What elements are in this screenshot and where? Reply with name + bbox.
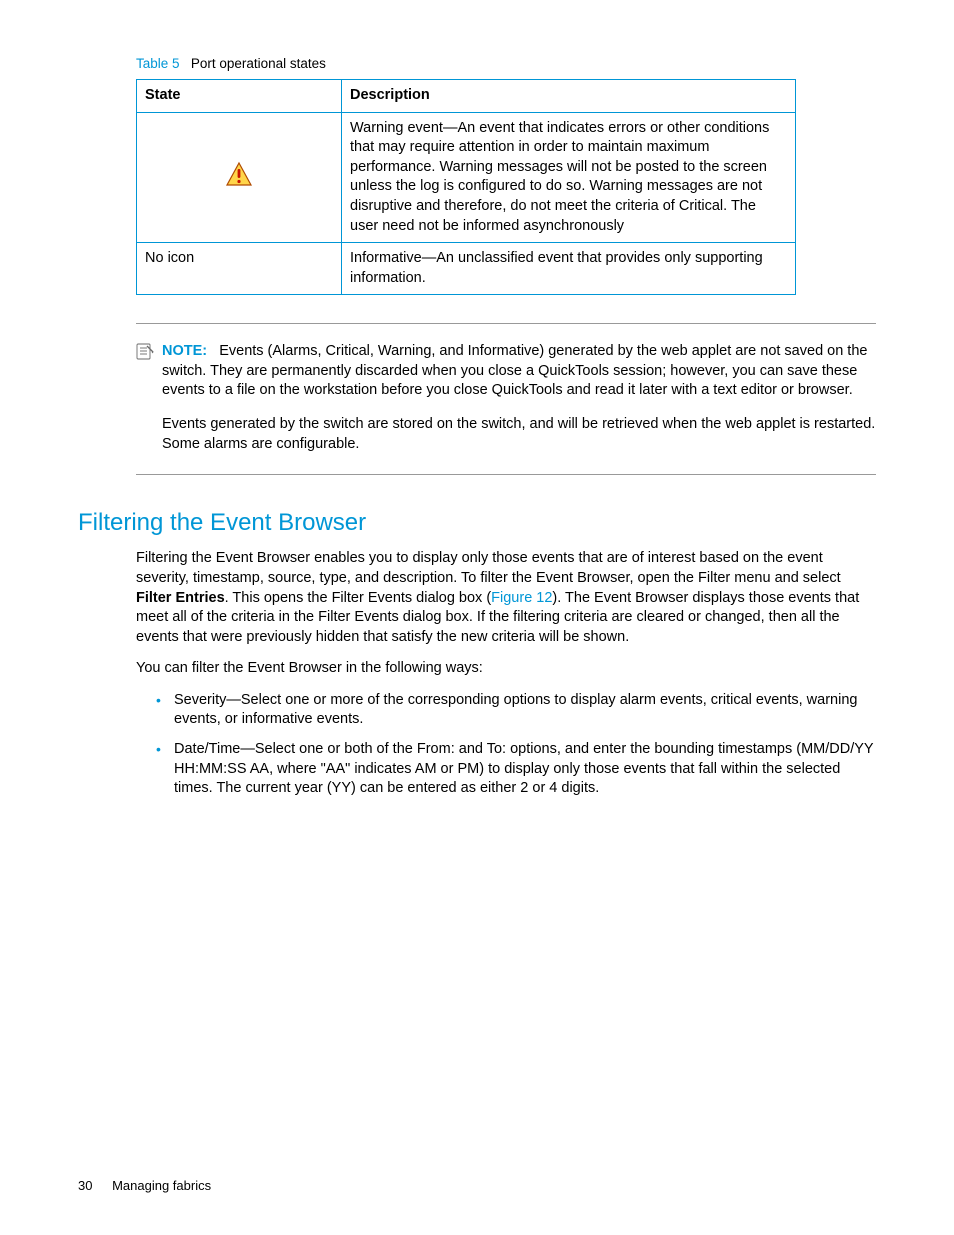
- table-header-row: State Description: [137, 80, 796, 113]
- note-icon: [136, 343, 158, 368]
- note-label: NOTE:: [162, 343, 207, 359]
- section-heading: Filtering the Event Browser: [78, 507, 876, 539]
- warning-icon: [225, 161, 253, 187]
- cell-warning-icon: [137, 112, 342, 242]
- table-label: Table 5: [136, 56, 180, 71]
- header-state: State: [137, 80, 342, 113]
- figure-link[interactable]: Figure 12: [491, 590, 552, 606]
- section-paragraph-1: Filtering the Event Browser enables you …: [136, 549, 876, 647]
- bullet-list: Severity—Select one or more of the corre…: [156, 691, 876, 799]
- note-paragraph-1: Events (Alarms, Critical, Warning, and I…: [162, 343, 867, 398]
- table-title: Port operational states: [191, 56, 326, 71]
- list-item: Severity—Select one or more of the corre…: [156, 691, 876, 730]
- cell-noicon-state: No icon: [137, 243, 342, 295]
- page-number: 30: [78, 1178, 92, 1193]
- page-footer: 30 Managing fabrics: [78, 1177, 211, 1195]
- cell-warning-desc: Warning event—An event that indicates er…: [342, 112, 796, 242]
- section-body: Filtering the Event Browser enables you …: [136, 549, 876, 798]
- cell-noicon-desc: Informative—An unclassified event that p…: [342, 243, 796, 295]
- port-states-table: State Description Warning event—An event…: [136, 79, 796, 295]
- header-description: Description: [342, 80, 796, 113]
- bold-filter-entries: Filter Entries: [136, 590, 225, 606]
- footer-title: Managing fabrics: [112, 1178, 211, 1193]
- note-block: NOTE: Events (Alarms, Critical, Warning,…: [136, 323, 876, 475]
- list-item: Date/Time—Select one or both of the From…: [156, 740, 876, 799]
- note-text: NOTE: Events (Alarms, Critical, Warning,…: [162, 342, 876, 454]
- section-paragraph-2: You can filter the Event Browser in the …: [136, 659, 876, 679]
- table-caption: Table 5 Port operational states: [136, 55, 876, 73]
- table-row: Warning event—An event that indicates er…: [137, 112, 796, 242]
- note-paragraph-2: Events generated by the switch are store…: [162, 415, 876, 454]
- table-row: No icon Informative—An unclassified even…: [137, 243, 796, 295]
